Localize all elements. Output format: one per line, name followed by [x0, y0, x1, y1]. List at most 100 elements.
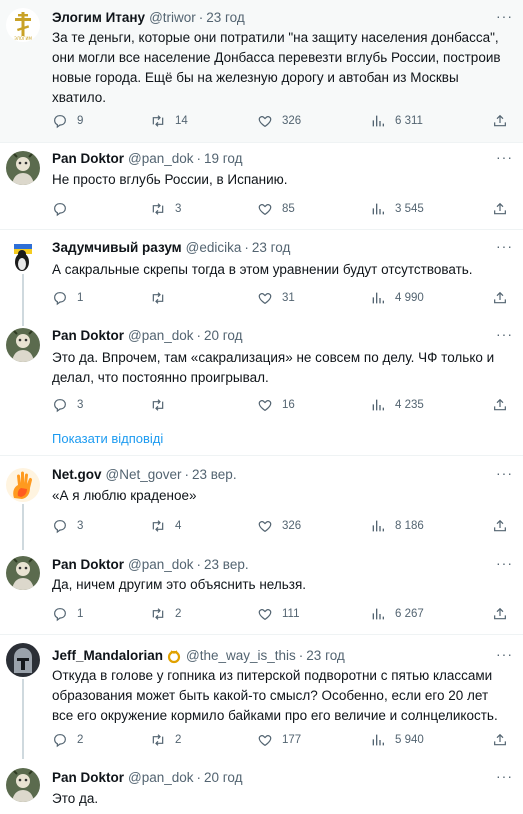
retweet-button[interactable]: [150, 289, 175, 307]
tweet-actions: 1 2 111 6 267: [52, 605, 511, 623]
author-name[interactable]: Jeff_Mandalorian: [52, 646, 163, 666]
reply-count: 3: [77, 520, 84, 532]
reply-button[interactable]: 9: [52, 112, 83, 130]
bar-chart-icon: [372, 399, 384, 411]
avatar-flame-hand-icon[interactable]: [6, 468, 40, 502]
views-button[interactable]: 5 940: [370, 731, 424, 749]
avatar-doctor-avatar-icon[interactable]: [6, 151, 40, 185]
tweet-text: Да, ничем другим это объяснить нельзя.: [52, 577, 307, 592]
separator-dot: ·: [196, 557, 202, 572]
retweet-button[interactable]: 2: [150, 731, 181, 749]
retweet-icon: [152, 115, 164, 127]
reply-button[interactable]: 3: [52, 517, 83, 535]
timestamp[interactable]: 20 год: [204, 326, 242, 346]
avatar-doctor-avatar-icon[interactable]: [6, 556, 40, 590]
author-handle[interactable]: @pan_dok: [128, 768, 194, 788]
author-handle[interactable]: @triwor: [149, 8, 196, 28]
author-name[interactable]: Задумчивый разум: [52, 238, 182, 258]
more-options-icon[interactable]: ···: [496, 463, 513, 483]
tweet[interactable]: Net.gov @Net_gover · 23 вер. ··· «А я лю…: [0, 456, 523, 550]
author-handle[interactable]: @edicika: [186, 238, 242, 258]
reply-button[interactable]: 1: [52, 605, 83, 623]
reply-button[interactable]: 2: [52, 731, 83, 749]
author-handle[interactable]: @pan_dok: [128, 555, 194, 575]
timestamp[interactable]: 23 год: [206, 8, 244, 28]
timestamp[interactable]: 23 вер.: [204, 555, 249, 575]
like-button[interactable]: 326: [257, 517, 301, 535]
more-options-icon[interactable]: ···: [496, 644, 513, 664]
tweet[interactable]: Задумчивый разум @edicika · 23 год ··· А…: [0, 230, 523, 326]
author-handle[interactable]: @pan_dok: [128, 326, 194, 346]
retweet-button[interactable]: 14: [150, 112, 188, 130]
view-count: 3 545: [395, 203, 424, 215]
author-handle[interactable]: @pan_dok: [128, 149, 194, 169]
avatar-mandalorian-helmet-icon[interactable]: [6, 643, 40, 677]
share-icon: [494, 291, 506, 304]
share-button[interactable]: [492, 731, 508, 749]
more-options-icon[interactable]: ···: [496, 147, 513, 167]
tweet-actions: 1 31 4 990: [52, 289, 511, 307]
share-button[interactable]: [492, 112, 508, 130]
like-button[interactable]: 16: [257, 396, 295, 414]
more-options-icon[interactable]: ···: [496, 553, 513, 573]
author-name[interactable]: Pan Doktor: [52, 555, 124, 575]
author-name[interactable]: Pan Doktor: [52, 149, 124, 169]
more-options-icon[interactable]: ···: [496, 766, 513, 786]
retweet-button[interactable]: [150, 396, 175, 414]
avatar-doctor-avatar-icon[interactable]: [6, 768, 40, 802]
author-handle[interactable]: @the_way_is_this: [186, 646, 296, 666]
bar-chart-icon: [372, 520, 384, 532]
views-button[interactable]: 4 235: [370, 396, 424, 414]
like-button[interactable]: 177: [257, 731, 301, 749]
more-options-icon[interactable]: ···: [496, 6, 513, 26]
author-name[interactable]: Элогим Итану: [52, 8, 145, 28]
retweet-icon: [152, 292, 164, 304]
author-name[interactable]: Pan Doktor: [52, 326, 124, 346]
share-button[interactable]: [492, 396, 508, 414]
views-button[interactable]: 8 186: [370, 517, 424, 535]
share-button[interactable]: [492, 517, 508, 535]
timestamp[interactable]: 20 год: [204, 768, 242, 788]
tweet[interactable]: Pan Doktor @pan_dok · 23 вер. ··· Да, ни…: [0, 550, 523, 634]
views-button[interactable]: 3 545: [370, 200, 424, 218]
show-replies-link[interactable]: Показати відповіді: [52, 429, 163, 449]
tweet[interactable]: ЭЛОГИМ Элогим Итану @triwor · 23 год ···…: [0, 0, 523, 142]
avatar-penguin-flag-icon[interactable]: [6, 238, 40, 272]
reply-button[interactable]: 1: [52, 289, 83, 307]
views-button[interactable]: 6 267: [370, 605, 424, 623]
more-options-icon[interactable]: ···: [496, 324, 513, 344]
share-button[interactable]: [492, 289, 508, 307]
retweet-button[interactable]: 4: [150, 517, 181, 535]
timestamp[interactable]: 19 год: [204, 149, 242, 169]
tweet[interactable]: Pan Doktor @pan_dok · 20 год ··· Это да.…: [0, 318, 523, 454]
reply-button[interactable]: 3: [52, 396, 83, 414]
separator-dot: ·: [196, 151, 202, 166]
like-button[interactable]: 31: [257, 289, 295, 307]
timestamp[interactable]: 23 год: [306, 646, 344, 666]
views-button[interactable]: 4 990: [370, 289, 424, 307]
like-button[interactable]: 85: [257, 200, 295, 218]
reply-button[interactable]: [52, 200, 77, 218]
retweet-button[interactable]: 2: [150, 605, 181, 623]
share-button[interactable]: [492, 200, 508, 218]
avatar-orthodox-cross-icon[interactable]: ЭЛОГИМ: [6, 8, 40, 42]
timestamp[interactable]: 23 год: [252, 238, 290, 258]
like-button[interactable]: 111: [257, 605, 299, 623]
share-button[interactable]: [492, 605, 508, 623]
like-button[interactable]: 326: [257, 112, 301, 130]
tweet-header: Jeff_Mandalorian @the_way_is_this · 23 г…: [52, 646, 345, 666]
avatar-doctor-avatar-icon[interactable]: [6, 328, 40, 362]
tweet-text: Это да.: [52, 791, 99, 806]
more-options-icon[interactable]: ···: [496, 236, 513, 256]
tweet[interactable]: Pan Doktor @pan_dok · 19 год ··· Не прос…: [0, 143, 523, 229]
tweet[interactable]: Jeff_Mandalorian @the_way_is_this · 23 г…: [0, 635, 523, 759]
author-handle[interactable]: @Net_gover: [106, 465, 182, 485]
views-button[interactable]: 6 311: [370, 112, 423, 130]
author-name[interactable]: Pan Doktor: [52, 768, 124, 788]
tweet[interactable]: Pan Doktor @pan_dok · 20 год ··· Это да.: [0, 760, 523, 814]
separator-dot: ·: [196, 770, 202, 785]
author-name[interactable]: Net.gov: [52, 465, 102, 485]
timestamp[interactable]: 23 вер.: [192, 465, 237, 485]
retweet-button[interactable]: 3: [150, 200, 181, 218]
tweet-header: Pan Doktor @pan_dok · 23 вер.: [52, 555, 249, 575]
